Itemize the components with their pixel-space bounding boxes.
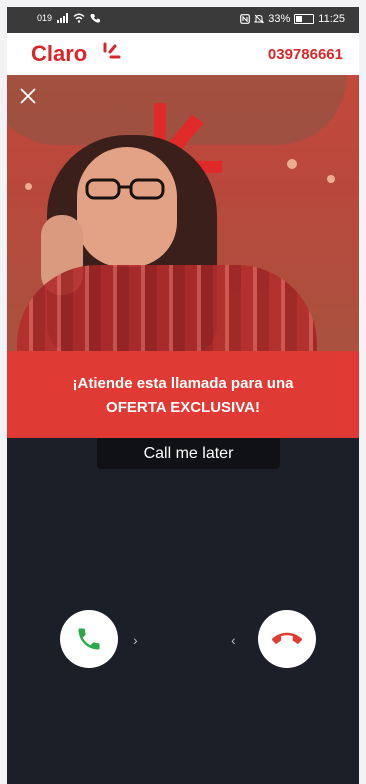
claro-rays-icon xyxy=(103,42,121,59)
answer-call-button[interactable] xyxy=(60,610,118,668)
signal-icon xyxy=(57,13,69,23)
phone-decline-icon xyxy=(272,632,302,644)
promo-banner-image xyxy=(7,75,359,351)
chevron-right-icon: › xyxy=(133,632,138,648)
offer-line2: OFERTA EXCLUSIVA! xyxy=(106,399,260,416)
status-bar: 019 33% 11:25 xyxy=(7,7,359,33)
app-header: Claro 039786661 xyxy=(7,33,359,75)
phone-screen: 019 33% 11:25 Claro 039786661 ¡Atiende e… xyxy=(7,7,359,784)
offer-line1: ¡Atiende esta llamada para una xyxy=(72,375,294,392)
status-left: 019 xyxy=(37,13,101,23)
battery-icon xyxy=(294,14,315,24)
woman-glasses xyxy=(85,178,165,200)
carrier-label: 019 xyxy=(37,13,53,23)
woman-plaid-shirt xyxy=(17,265,317,351)
phone-answer-icon xyxy=(78,628,100,650)
nfc-icon xyxy=(240,14,251,24)
caller-number: 039786661 xyxy=(267,46,343,63)
claro-logo: Claro xyxy=(31,41,88,66)
status-right: 33% 11:25 xyxy=(240,13,345,25)
battery-percent: 33% xyxy=(268,13,291,25)
banner-bokeh xyxy=(25,183,32,190)
mute-icon xyxy=(254,14,265,24)
call-me-later-button[interactable]: Call me later xyxy=(97,438,280,469)
woman-face xyxy=(77,147,177,267)
banner-bokeh xyxy=(287,159,297,169)
call-icon xyxy=(90,14,101,23)
wifi-icon xyxy=(73,13,85,23)
close-icon[interactable] xyxy=(19,87,37,105)
offer-banner: ¡Atiende esta llamada para una OFERTA EX… xyxy=(7,351,359,438)
banner-bokeh xyxy=(327,175,335,183)
decline-call-button[interactable] xyxy=(258,610,316,668)
status-time: 11:25 xyxy=(318,13,345,25)
chevron-left-icon: ‹ xyxy=(231,632,236,648)
